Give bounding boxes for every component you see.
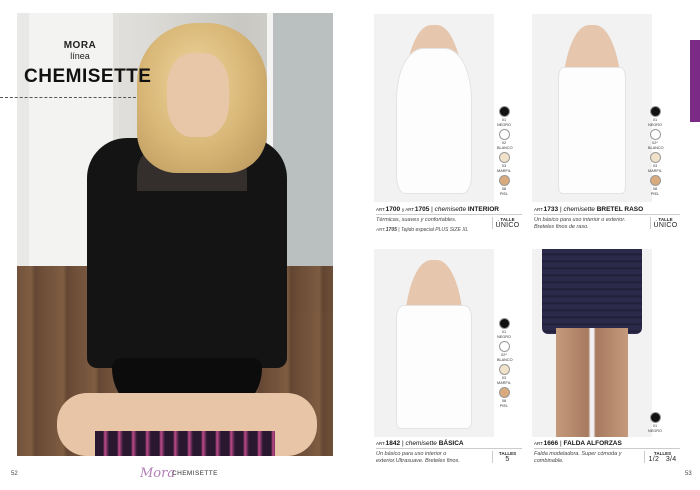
footer-logo: Mora (140, 466, 176, 481)
size-box: TALLE ÚNICO (492, 217, 522, 229)
swatch-negro[interactable] (649, 412, 661, 423)
color-swatches-interior: 01 NEGRO 02 BLANCO 03 MARFIL 08 PIEL (497, 106, 513, 198)
swatch-marfil[interactable] (649, 152, 661, 163)
swatch-label: 01 NEGRO (648, 118, 662, 127)
size-box: TALLES 1/2 3/4 (644, 451, 680, 463)
product-description: Térmicas, suaves y confortables. (376, 217, 457, 223)
swatch-negro[interactable] (498, 106, 510, 117)
swatch-label: 03 MARFIL (497, 164, 511, 173)
swatch-blanco[interactable] (498, 341, 510, 352)
art-line: ART.1733 | chemisette BRETEL RASO (534, 206, 680, 215)
swatch-blanco[interactable] (498, 129, 510, 140)
size-box: TALLE ÚNICO (650, 217, 680, 229)
swatch-label: 02 BLANCO (497, 141, 513, 150)
page-title: CHEMISETTE (24, 66, 152, 87)
swatch-negro[interactable] (649, 106, 661, 117)
brand-block: MORA línea (20, 40, 140, 61)
swatch-piel[interactable] (649, 175, 661, 186)
garment-basica (395, 305, 473, 430)
footer-category: CHEMISETTE (172, 470, 218, 477)
product-info-falda-alforzas: ART.1666 | FALDA ALFORZAS Falda modelado… (534, 440, 680, 470)
left-page: MORA línea CHEMISETTE 52 Mora CHEMISETTE (0, 0, 350, 490)
swatch-label: 08 PIEL (650, 187, 660, 196)
model-legs (556, 327, 628, 437)
product-image-falda-alforzas (532, 249, 652, 437)
size-box: TALLES 5 (492, 451, 522, 463)
color-swatches-basica: 01 NEGRO 02* BLANCO 03 MARFIL 08 PIEL (497, 318, 513, 410)
swatch-marfil[interactable] (498, 152, 510, 163)
art-line: ART.1666 | FALDA ALFORZAS (534, 440, 680, 449)
garment-skirt (541, 249, 643, 334)
swatch-label: 01 NEGRO (648, 424, 662, 433)
page-number-left: 52 (11, 471, 18, 477)
product-description: Falda modeladora. Super cómoda y combina… (534, 451, 622, 464)
swatch-label: 03 MARFIL (497, 376, 511, 385)
swatch-label: 08 PIEL (499, 187, 509, 196)
swatch-piel[interactable] (498, 387, 510, 398)
brand-line: línea (70, 51, 90, 61)
color-swatches-falda: 01 NEGRO (648, 412, 662, 435)
garment-bretel-raso (558, 66, 626, 195)
product-info-interior: ART.1700 y ART.1705 | chemisette INTERIO… (376, 206, 522, 236)
brand-name: MORA (63, 40, 97, 51)
swatch-label: 01 NEGRO (497, 330, 511, 339)
product-info-bretel-raso: ART.1733 | chemisette BRETEL RASO Un bás… (534, 206, 680, 236)
model-face (167, 53, 229, 137)
garment-interior (395, 47, 473, 195)
product-description: Un básico para uso interior o exterior. … (534, 217, 626, 230)
swatch-negro[interactable] (498, 318, 510, 329)
swatch-marfil[interactable] (498, 364, 510, 375)
swatch-label: 01 NEGRO (497, 118, 511, 127)
product-image-interior (374, 14, 494, 202)
swatch-piel[interactable] (498, 175, 510, 186)
art-line: ART.1700 y ART.1705 | chemisette INTERIO… (376, 206, 522, 215)
color-swatches-bretel-raso: 01 NEGRO 02* BLANCO 03 MARFIL 08 PIEL (648, 106, 664, 198)
page-number-right: 53 (685, 471, 692, 477)
model-socks (95, 431, 275, 456)
swatch-label: 02* BLANCO (497, 353, 513, 362)
right-page: 01 NEGRO 02 BLANCO 03 MARFIL 08 PIEL ART.170… (350, 0, 700, 490)
product-image-basica (374, 249, 494, 437)
swatch-blanco[interactable] (649, 129, 661, 140)
swatch-label: 03 MARFIL (648, 164, 662, 173)
art-line: ART.1842 | chemisette BÁSICA (376, 440, 522, 449)
section-tab (690, 40, 700, 122)
product-info-basica: ART.1842 | chemisette BÁSICA Un básico p… (376, 440, 522, 470)
swatch-label: 08 PIEL (499, 399, 509, 408)
title-divider (0, 97, 136, 98)
footer-left: 52 Mora CHEMISETTE (0, 466, 350, 486)
product-image-bretel-raso (532, 14, 652, 202)
product-description: Un básico para uso interior o exterior.U… (376, 451, 460, 464)
swatch-label: 02* BLANCO (648, 141, 664, 150)
